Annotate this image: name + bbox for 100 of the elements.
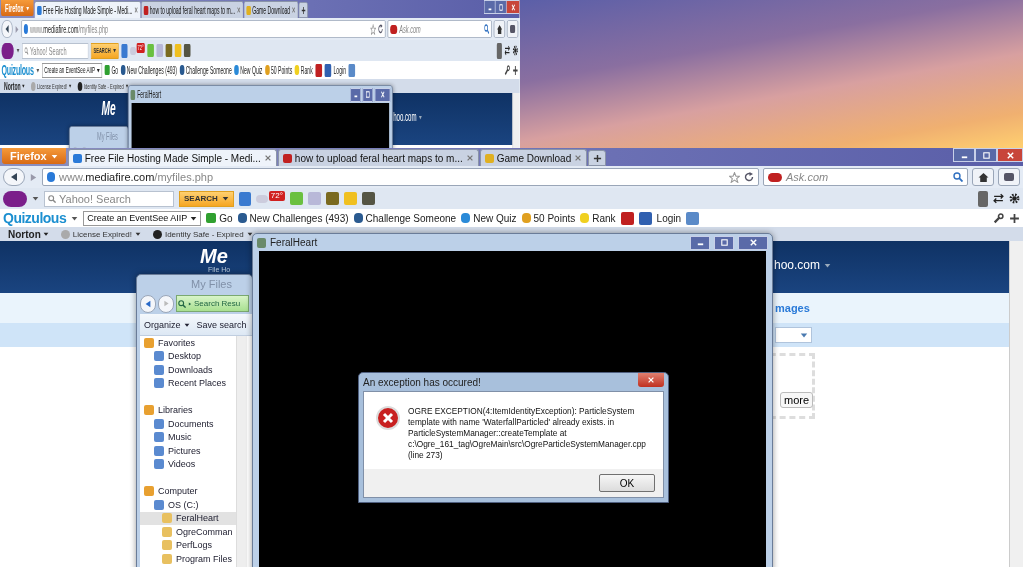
browser-tab[interactable]: Game Download bbox=[243, 1, 299, 18]
bookmarks-button[interactable] bbox=[998, 168, 1020, 186]
nav-item[interactable]: Videos bbox=[140, 457, 236, 471]
nav-item[interactable]: Program Files bbox=[140, 552, 236, 566]
settings-icon[interactable] bbox=[1009, 193, 1020, 204]
minimize-button[interactable] bbox=[690, 235, 710, 250]
norton-logo[interactable]: Norton bbox=[8, 228, 49, 240]
toolbar-dropdown[interactable]: Create an EventSee AIIP bbox=[83, 210, 202, 226]
forward-icon[interactable] bbox=[29, 172, 38, 182]
scrollbar[interactable] bbox=[512, 93, 520, 148]
search-icon[interactable] bbox=[953, 172, 963, 182]
browser-tab[interactable]: Free File Hosting Made Simple - Medi... bbox=[67, 149, 277, 166]
back-button[interactable] bbox=[1, 20, 13, 38]
toolbar-dropdown[interactable]: Create an EventSee AIIP bbox=[42, 62, 103, 78]
nav-item[interactable]: Libraries bbox=[140, 403, 236, 417]
breadcrumb-bar[interactable]: Search Resu bbox=[176, 295, 249, 312]
home-button[interactable] bbox=[972, 168, 994, 186]
swap-icon[interactable] bbox=[504, 45, 511, 56]
search-button[interactable]: SEARCH bbox=[179, 190, 234, 207]
browser-tab[interactable]: how to upload feral heart maps to m... bbox=[141, 1, 244, 18]
nav-item[interactable]: Documents bbox=[140, 417, 236, 431]
nav-item[interactable]: Downloads bbox=[140, 363, 236, 377]
norton-menu[interactable]: Identity Safe - Expired bbox=[152, 229, 253, 239]
wrench-icon[interactable] bbox=[993, 212, 1004, 224]
toolbar-button[interactable]: Organize bbox=[144, 319, 190, 330]
toolbar-link[interactable]: 50 Points bbox=[521, 212, 576, 224]
toolbar-link[interactable]: New Challenges (493) bbox=[237, 212, 349, 224]
caret-icon[interactable] bbox=[36, 66, 40, 74]
account-menu[interactable]: hoo.com bbox=[773, 258, 831, 272]
toolbar-icon[interactable] bbox=[325, 192, 339, 205]
site-logo[interactable]: Me bbox=[200, 246, 231, 266]
yahoo-search-field[interactable]: Yahoo! Search bbox=[44, 190, 174, 207]
search-button[interactable]: SEARCH bbox=[90, 42, 119, 59]
toolbar-link[interactable]: New Quiz bbox=[234, 64, 263, 76]
norton-menu[interactable]: Identity Safe - Expired bbox=[77, 81, 129, 91]
toolbar-icon[interactable] bbox=[348, 63, 356, 77]
back-button[interactable] bbox=[140, 294, 156, 313]
nav-item[interactable]: OgreComman bbox=[140, 525, 236, 539]
new-tab-button[interactable] bbox=[588, 150, 607, 166]
bookmarks-button[interactable] bbox=[507, 20, 519, 38]
nav-item[interactable]: OS (C:) bbox=[140, 498, 236, 512]
toolbar-link[interactable]: New Challenges (493) bbox=[120, 64, 178, 76]
site-logo[interactable]: Me bbox=[101, 98, 116, 118]
quizulous-logo[interactable]: Quizulous bbox=[3, 210, 67, 226]
go-button[interactable]: Go bbox=[206, 212, 233, 224]
toolbar-icon[interactable] bbox=[361, 192, 375, 205]
login-link[interactable]: Login bbox=[656, 212, 682, 224]
login-link[interactable]: Login bbox=[333, 64, 346, 76]
close-button[interactable] bbox=[997, 148, 1023, 162]
minimize-button[interactable] bbox=[484, 0, 496, 14]
norton-logo[interactable]: Norton bbox=[4, 80, 25, 92]
yahoo-search-field[interactable]: Yahoo! Search bbox=[22, 42, 89, 59]
maximize-button[interactable] bbox=[362, 87, 373, 102]
toolbar-icon[interactable] bbox=[165, 44, 173, 57]
toolbar-icon[interactable] bbox=[183, 44, 191, 57]
home-button[interactable] bbox=[493, 20, 505, 38]
close-button[interactable] bbox=[738, 235, 768, 250]
norton-menu[interactable]: License Expired! bbox=[30, 81, 72, 91]
close-button[interactable] bbox=[638, 373, 664, 387]
toolbar-button[interactable]: Save search bbox=[196, 319, 247, 330]
reload-icon[interactable] bbox=[744, 172, 754, 182]
search-engine-icon[interactable] bbox=[768, 172, 782, 182]
restore-button[interactable] bbox=[975, 148, 997, 162]
weather-widget[interactable]: 72° bbox=[255, 194, 285, 203]
toolbar-link[interactable]: Rank bbox=[294, 64, 313, 76]
toolbar-link[interactable]: Challenge Someone bbox=[179, 64, 232, 76]
search-engine-icon[interactable] bbox=[390, 24, 398, 34]
nav-item[interactable]: Favorites bbox=[140, 336, 236, 350]
toolbar-link[interactable]: Challenge Someone bbox=[353, 212, 457, 224]
close-button[interactable] bbox=[506, 0, 520, 14]
quizulous-logo[interactable]: Quizulous bbox=[1, 62, 34, 78]
nav-item[interactable]: Computer bbox=[140, 484, 236, 498]
add-icon[interactable] bbox=[1009, 212, 1020, 224]
nav-item[interactable]: PerfLogs bbox=[140, 538, 236, 552]
more-button[interactable]: more bbox=[780, 392, 814, 408]
caret-icon[interactable] bbox=[32, 195, 39, 202]
nav-item[interactable]: Pictures bbox=[140, 444, 236, 458]
nav-item[interactable]: Desktop bbox=[140, 349, 236, 363]
nav-item[interactable]: FeralHeart bbox=[140, 511, 236, 525]
norton-menu[interactable]: License Expired! bbox=[60, 229, 141, 239]
nav-item[interactable]: Music bbox=[140, 430, 236, 444]
forward-button[interactable] bbox=[158, 294, 174, 313]
caret-icon[interactable] bbox=[71, 214, 79, 222]
nav-item[interactable]: Recent Places bbox=[140, 376, 236, 390]
settings-icon[interactable] bbox=[512, 45, 519, 56]
back-button[interactable] bbox=[3, 168, 25, 186]
browser-tab[interactable]: Free File Hosting Made Simple - Medi... bbox=[34, 1, 141, 18]
search-field[interactable]: Ask.com bbox=[763, 168, 968, 186]
search-field[interactable]: Ask.com bbox=[387, 20, 492, 38]
reload-icon[interactable] bbox=[377, 24, 384, 34]
close-icon[interactable] bbox=[263, 154, 272, 162]
restore-button[interactable] bbox=[495, 0, 507, 14]
toolbar-link[interactable]: 50 Points bbox=[264, 64, 293, 76]
swap-icon[interactable] bbox=[993, 193, 1004, 204]
address-field[interactable]: www.mediafire.com/myfiles.php bbox=[42, 168, 759, 186]
minimize-button[interactable] bbox=[350, 87, 361, 102]
account-menu[interactable]: hoo.com bbox=[393, 110, 423, 124]
images-link[interactable]: mages bbox=[775, 302, 810, 314]
minimize-button[interactable] bbox=[953, 148, 975, 162]
scrollbar[interactable] bbox=[236, 336, 247, 567]
